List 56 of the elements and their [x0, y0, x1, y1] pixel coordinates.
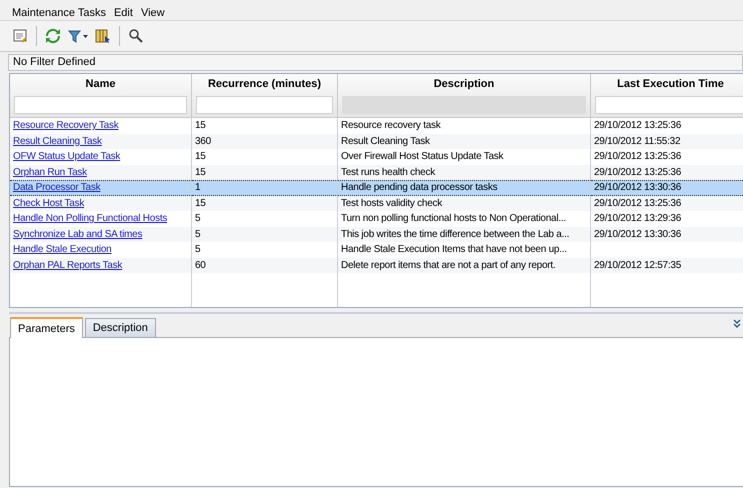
task-name-link[interactable]: Handle Non Polling Functional Hosts	[13, 213, 168, 224]
table-cell: 5	[195, 213, 200, 224]
table-cell: 60	[195, 260, 206, 270]
table-cell: Over Firewall Host Status Update Task	[341, 151, 504, 162]
table-cell: 15	[195, 151, 206, 162]
chevron-icon[interactable]	[733, 319, 741, 328]
table-cell: 29/10/2012 13:29:36	[594, 213, 682, 224]
table-cell: Handle pending data processor tasks	[341, 182, 498, 193]
menu-item[interactable]: Edit	[114, 6, 133, 20]
table-cell: 5	[195, 228, 200, 240]
tab[interactable]: Parameters	[10, 317, 83, 338]
column-header[interactable]: Description	[338, 74, 591, 118]
table-cell: Resource recovery task	[341, 120, 441, 131]
table-cell: 15	[195, 198, 206, 208]
column-header[interactable]: Last Execution Time	[591, 74, 743, 118]
table-cell: 29/10/2012 12:57:35	[594, 260, 682, 270]
table-cell: Handle Stale Execution Items that have not been up...	[341, 244, 567, 255]
table-cell: Turn non polling functional hosts to Non Operational...	[341, 213, 566, 224]
table-cell: 29/10/2012 13:30:36	[594, 182, 682, 193]
table-cell: 5	[195, 244, 200, 255]
header-label: Last Execution Time	[616, 77, 725, 92]
edit-icon[interactable]	[12, 28, 28, 44]
columns-icon[interactable]	[95, 28, 111, 44]
header-label: Name	[84, 77, 116, 92]
table-cell: 29/10/2012 13:25:36	[594, 151, 682, 162]
table-cell: 15	[195, 166, 206, 178]
filter-field[interactable]	[595, 96, 743, 114]
menu-item[interactable]: Maintenance Tasks	[12, 6, 106, 20]
filter-icon[interactable]	[67, 28, 89, 44]
header-label: Description	[432, 77, 496, 92]
table-cell: Result Cleaning Task	[341, 136, 430, 146]
table-cell: 29/10/2012 11:55:32	[594, 136, 680, 146]
task-name-link[interactable]: Resource Recovery Task	[13, 120, 118, 131]
filter-field[interactable]	[14, 96, 187, 114]
filter-field[interactable]	[196, 96, 333, 114]
task-name-link[interactable]: OFW Status Update Task	[13, 151, 120, 162]
table-cell: Test hosts validity check	[341, 198, 442, 208]
table-cell: 360	[195, 136, 211, 146]
filter-status: No Filter Defined	[8, 54, 743, 71]
table-cell: Test runs health check	[341, 166, 435, 178]
table-cell: This job writes the time difference between the Lab a...	[341, 228, 570, 240]
menu-item[interactable]: View	[140, 6, 165, 20]
table-cell: 29/10/2012 13:30:36	[594, 228, 682, 240]
table-cell: 29/10/2012 13:25:36	[594, 198, 682, 208]
table-cell: 29/10/2012 13:25:36	[594, 120, 682, 131]
search-icon[interactable]	[128, 28, 144, 44]
table-cell: 1	[195, 182, 200, 193]
column-header[interactable]: Recurrence (minutes)	[192, 74, 338, 118]
column-header[interactable]: Name	[10, 74, 192, 118]
table-cell: 29/10/2012 13:25:36	[594, 166, 682, 178]
table-cell: 15	[195, 120, 206, 131]
tab[interactable]: Description	[84, 318, 156, 337]
header-label: Recurrence (minutes)	[206, 77, 322, 92]
table-cell: Delete report items that are not a part of any report.	[341, 260, 556, 270]
refresh-icon[interactable]	[45, 28, 61, 44]
task-name-link[interactable]: Handle Stale Execution	[13, 244, 112, 255]
